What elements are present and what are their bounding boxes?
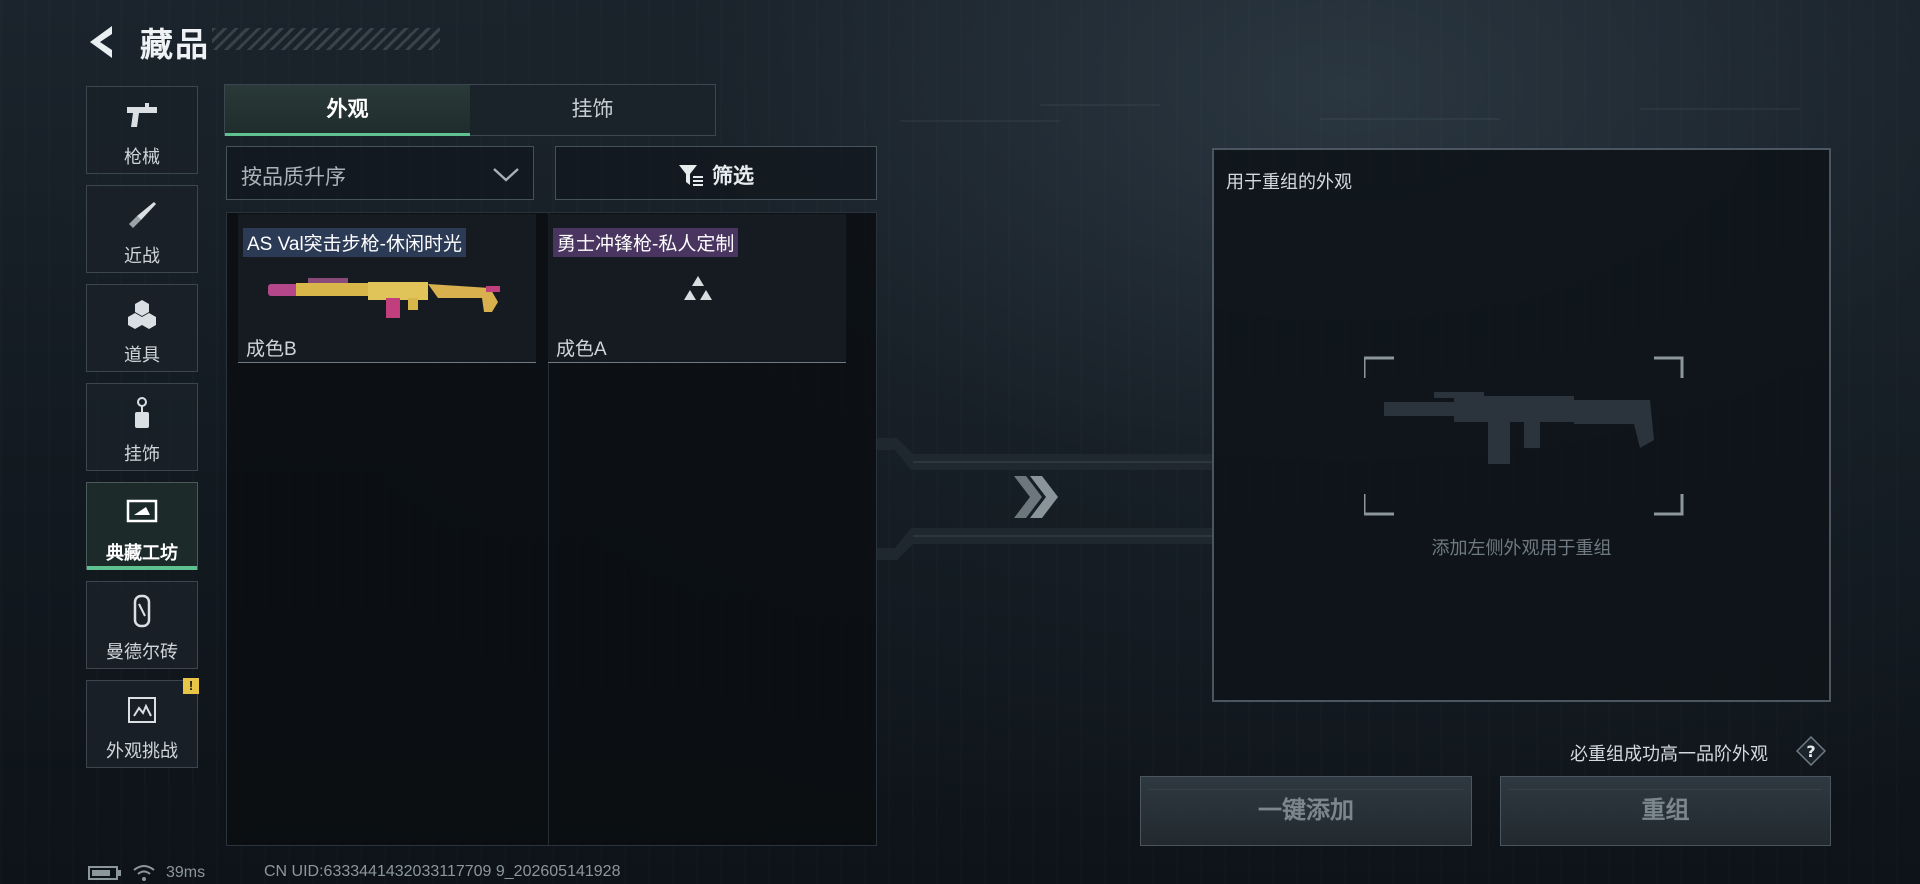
double-arrow-right-icon (1014, 476, 1058, 518)
background-ridge (900, 120, 1060, 122)
sidebar-item[interactable]: 挂饰 (86, 383, 198, 471)
status-bar: 39ms (88, 862, 205, 884)
sort-dropdown-value: 按品质升序 (241, 166, 346, 189)
pistol-icon (87, 99, 197, 133)
recombine-panel[interactable]: 用于重组的外观 添加左侧外观用于重组 (1212, 148, 1831, 702)
ping-value: 39ms (166, 864, 206, 881)
help-icon: ? (1795, 735, 1827, 767)
background-ridge (1040, 104, 1160, 106)
appearance-card-grade: 成色A (556, 339, 607, 360)
placeholder-triangle-icon (684, 276, 712, 300)
active-nav-indicator (87, 566, 197, 570)
back-arrow-icon (90, 26, 112, 58)
grenades-icon (87, 297, 197, 331)
tab-label: 外观 (326, 98, 369, 121)
recombine-panel-title: 用于重组的外观 (1226, 172, 1352, 192)
tab-charms[interactable]: 挂饰 (470, 85, 715, 135)
sidebar-item-label: 曼德尔砖 (106, 642, 178, 662)
appearance-card-name: AS Val突击步枪-休闲时光 (243, 228, 467, 257)
challenge-icon (87, 693, 197, 727)
button-decoration (1149, 789, 1463, 790)
sidebar-item-label: 挂饰 (124, 444, 160, 464)
sidebar-item[interactable]: 枪械 (86, 86, 198, 174)
appearance-card[interactable]: 勇士冲锋枪-私人定制 成色A (548, 214, 846, 363)
background-ridge (1640, 108, 1800, 110)
svg-text:?: ? (1806, 742, 1815, 761)
sort-dropdown[interactable]: 按品质升序 (226, 146, 534, 200)
weapon-slot-placeholder (1364, 356, 1684, 516)
workshop-icon (87, 495, 197, 529)
guarantee-text: 必重组成功高一品阶外观 (1570, 744, 1768, 764)
sidebar-item[interactable]: 曼德尔砖 (86, 581, 198, 669)
help-button[interactable]: ? (1795, 735, 1827, 767)
sidebar-item-label: 典藏工坊 (106, 543, 178, 563)
filter-button-label: 筛选 (712, 165, 754, 188)
as-val-rifle-image (268, 278, 500, 318)
wifi-icon (133, 865, 155, 881)
active-tab-indicator (225, 133, 470, 136)
screen-root: 藏品 枪械 近战 道具 挂饰 典藏工坊 曼德尔砖 外观挑战! 外观 挂饰 按品质升序 筛选 (0, 0, 1920, 884)
battery-icon (88, 866, 121, 880)
sidebar-item[interactable]: 典藏工坊 (86, 482, 198, 570)
sidebar-item[interactable]: 道具 (86, 284, 198, 372)
appearance-card-grade: 成色B (246, 339, 297, 360)
title-decoration (212, 28, 440, 50)
sidebar-item-label: 枪械 (124, 147, 160, 167)
knife-icon (87, 198, 197, 232)
back-button[interactable] (86, 22, 122, 62)
sidebar-item-label: 近战 (124, 246, 160, 266)
recombine-button[interactable]: 重组 (1500, 776, 1831, 846)
chevron-down-icon (493, 168, 519, 182)
tab-bar: 外观 挂饰 (224, 84, 716, 136)
appearance-card[interactable]: AS Val突击步枪-休闲时光 成色B (238, 214, 536, 363)
sidebar-item-label: 道具 (124, 345, 160, 365)
add-all-button-label: 一键添加 (1258, 797, 1354, 824)
alert-badge: ! (183, 678, 199, 694)
page-title: 藏品 (140, 26, 210, 63)
brick-icon (87, 594, 197, 628)
sidebar-item[interactable]: 外观挑战! (86, 678, 199, 768)
tab-appearance[interactable]: 外观 (225, 85, 470, 136)
sidebar-item[interactable]: 近战 (86, 185, 198, 273)
filter-icon (679, 165, 703, 186)
recombine-button-label: 重组 (1641, 797, 1690, 824)
tab-label: 挂饰 (571, 98, 614, 121)
filter-button[interactable]: 筛选 (555, 146, 877, 200)
background-ridge (1320, 118, 1500, 120)
recombine-hint: 添加左侧外观用于重组 (1431, 538, 1612, 558)
appearance-card-name: 勇士冲锋枪-私人定制 (553, 228, 739, 257)
user-uid: CN UID:6333441432033117709 9_20260514192… (264, 863, 621, 880)
sidebar-item-label: 外观挑战 (106, 741, 178, 761)
add-all-button[interactable]: 一键添加 (1140, 776, 1472, 846)
charm-icon (87, 396, 197, 430)
button-decoration (1509, 789, 1822, 790)
